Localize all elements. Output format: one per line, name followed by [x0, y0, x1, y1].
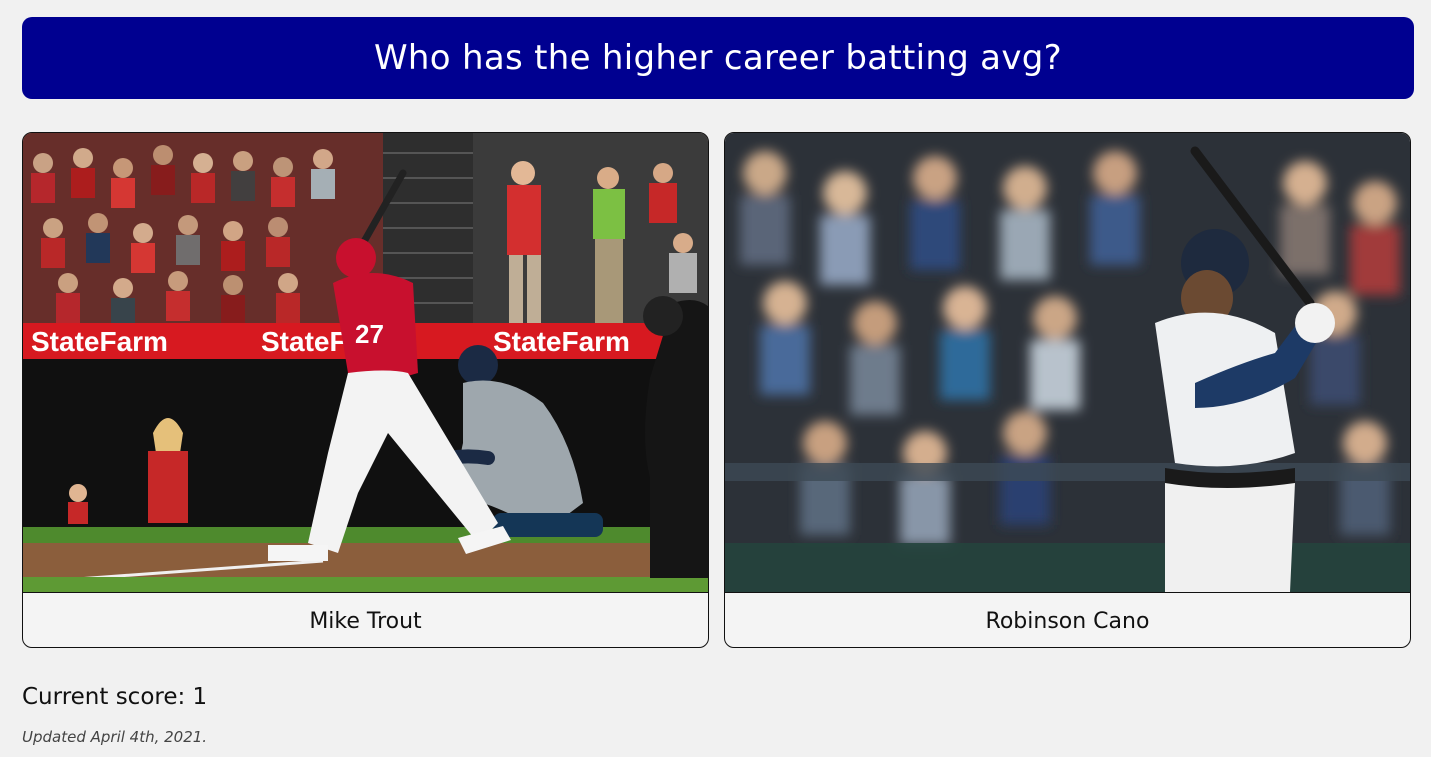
choice-card-left[interactable]: StateFarm StateFarm StateFarm 27 Mike Tr… — [22, 132, 709, 648]
statefarm-banner-3: StateFarm — [493, 326, 630, 357]
updated-note: Updated April 4th, 2021. — [22, 728, 208, 746]
choice-card-right[interactable]: Robinson Cano — [724, 132, 1411, 648]
question-banner: Who has the higher career batting avg? — [22, 17, 1414, 99]
batter-stance-photo — [725, 133, 1410, 592]
player-name-right[interactable]: Robinson Cano — [725, 592, 1410, 647]
player-photo-left[interactable]: StateFarm StateFarm StateFarm 27 — [23, 133, 708, 592]
current-score: Current score: 1 — [22, 684, 208, 710]
player-name-left[interactable]: Mike Trout — [23, 592, 708, 647]
question-title: Who has the higher career batting avg? — [374, 38, 1062, 78]
jersey-number: 27 — [355, 319, 384, 349]
batter-swing-photo: StateFarm StateFarm StateFarm 27 — [23, 133, 708, 592]
statefarm-banner-1: StateFarm — [31, 326, 168, 357]
player-photo-right[interactable] — [725, 133, 1410, 592]
